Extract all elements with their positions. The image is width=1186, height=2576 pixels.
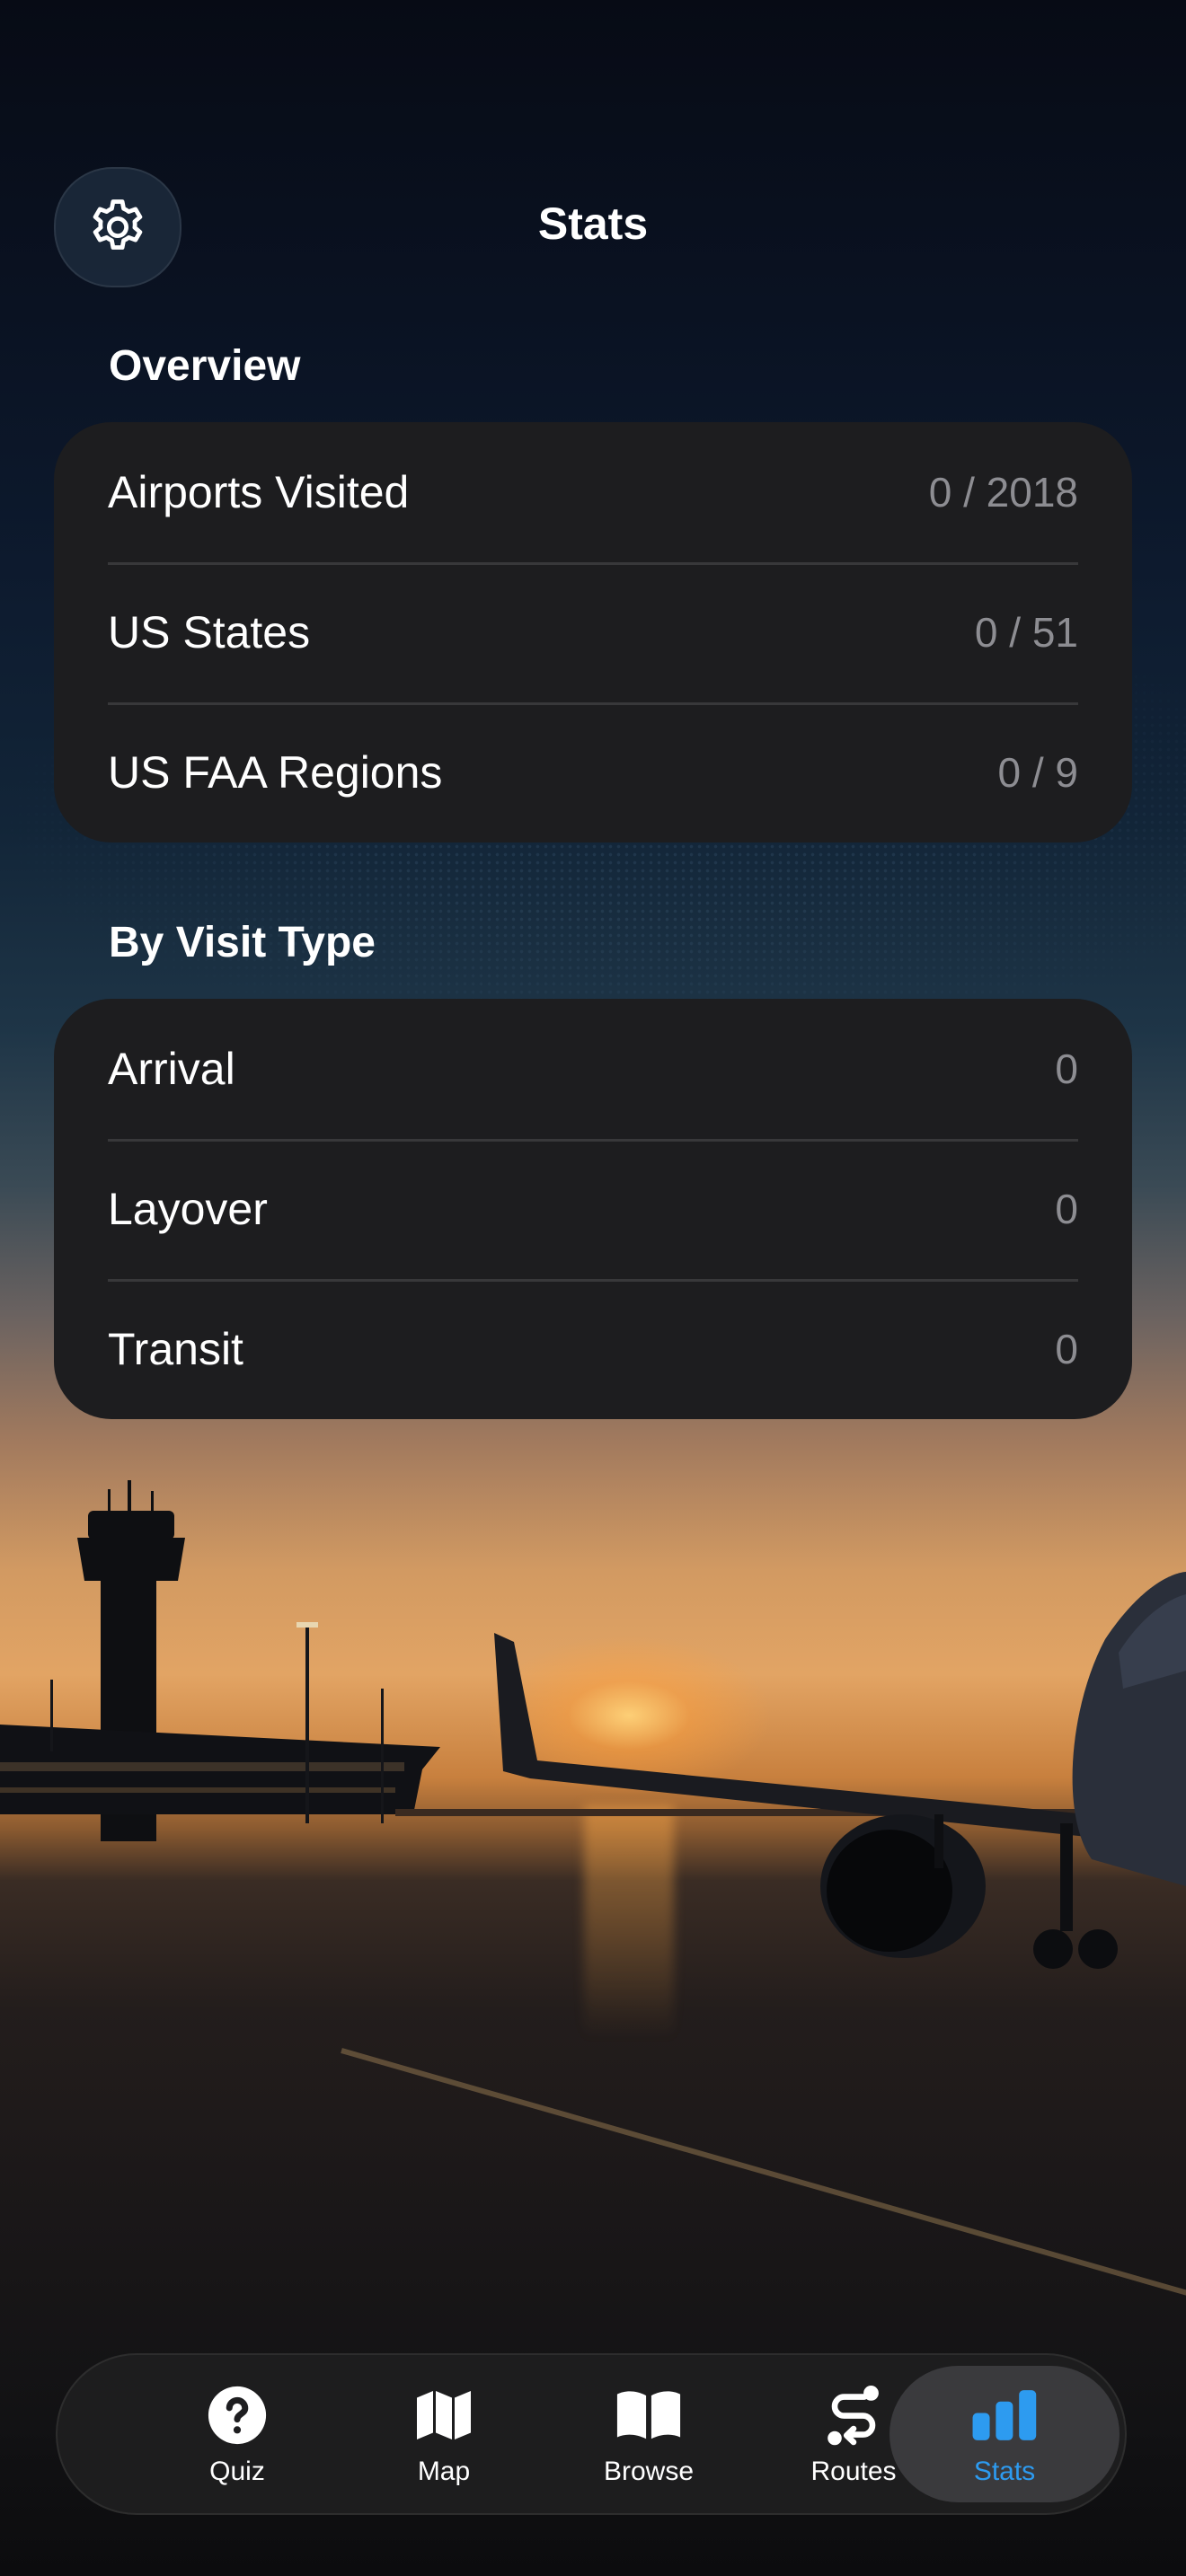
page-title: Stats [537, 198, 649, 249]
airport-sunset-illustration [0, 1480, 1186, 1969]
stat-value: 0 [1055, 1186, 1078, 1232]
stat-row-transit: Transit 0 [54, 1279, 1132, 1419]
tab-label: Stats [973, 2457, 1036, 2486]
stat-label: Transit [108, 1324, 243, 1374]
visit-type-section-title: By Visit Type [109, 919, 376, 966]
bar-chart-icon [970, 2381, 1039, 2449]
stats-screen: Stats Overview Airports Visited 0 / 2018… [0, 0, 1186, 2576]
stat-value: 0 [1055, 1326, 1078, 1372]
stat-row-us-states: US States 0 / 51 [54, 562, 1132, 702]
overview-card: Airports Visited 0 / 2018 US States 0 / … [54, 422, 1132, 842]
tab-label: Map [417, 2457, 471, 2486]
tab-map[interactable]: Map [345, 2366, 543, 2502]
question-circle-icon [203, 2381, 271, 2449]
overview-section-title: Overview [109, 342, 301, 390]
stat-row-arrival: Arrival 0 [54, 999, 1132, 1139]
stat-label: Arrival [108, 1044, 235, 1094]
route-icon [819, 2381, 888, 2449]
stat-label: Airports Visited [108, 467, 410, 517]
tab-label: Browse [603, 2457, 695, 2486]
stat-row-layover: Layover 0 [54, 1139, 1132, 1279]
tab-label: Routes [810, 2457, 897, 2486]
stat-value: 0 [1055, 1045, 1078, 1092]
stat-value: 0 / 2018 [928, 469, 1078, 516]
map-icon [410, 2381, 478, 2449]
stat-label: US States [108, 607, 311, 657]
tab-stats[interactable]: Stats [890, 2366, 1120, 2502]
stat-row-us-faa-regions: US FAA Regions 0 / 9 [54, 702, 1132, 842]
stat-row-airports-visited: Airports Visited 0 / 2018 [54, 422, 1132, 562]
tab-browse[interactable]: Browse [550, 2366, 748, 2502]
stat-label: US FAA Regions [108, 747, 443, 798]
tab-bar: Quiz Map Browse Routes Stats [56, 2353, 1127, 2515]
stat-value: 0 / 51 [974, 609, 1078, 656]
stat-value: 0 / 9 [997, 749, 1078, 796]
visit-type-card: Arrival 0 Layover 0 Transit 0 [54, 999, 1132, 1419]
stat-label: Layover [108, 1184, 268, 1234]
runway-marking [341, 2048, 1186, 2301]
book-icon [615, 2381, 683, 2449]
tab-quiz[interactable]: Quiz [138, 2366, 336, 2502]
tab-label: Quiz [209, 2457, 265, 2486]
